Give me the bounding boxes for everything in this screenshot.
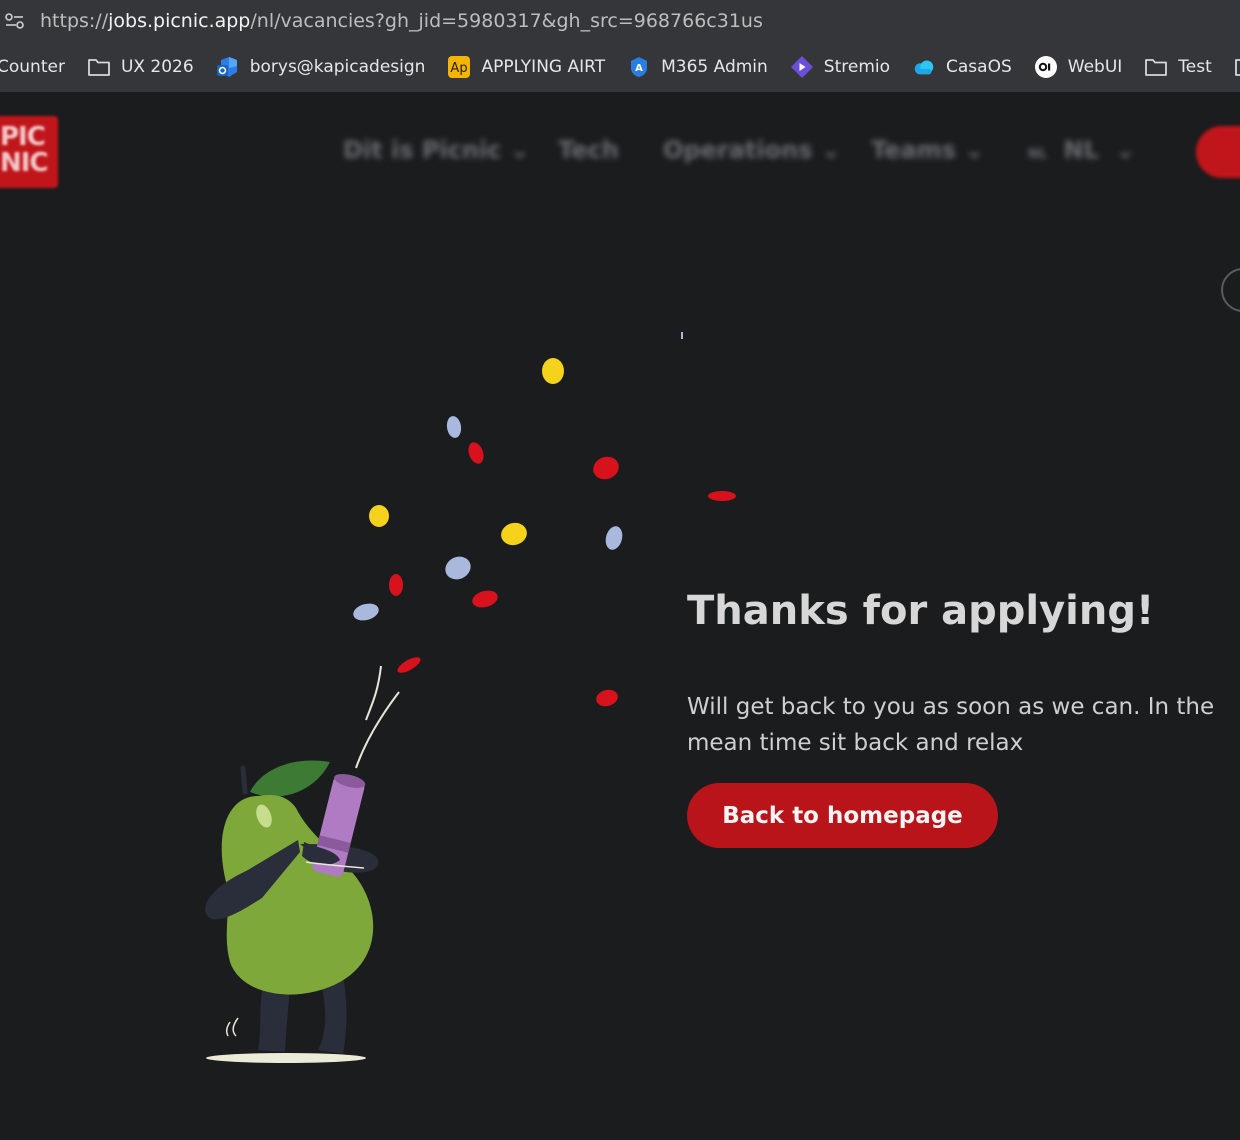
ap-icon: Ap (447, 55, 471, 79)
bookmark-borys[interactable]: borys@kapicadesign (216, 55, 426, 79)
bookmark-counter[interactable]: Counter (0, 57, 65, 77)
openwebui-icon (1034, 55, 1058, 79)
bookmark-label: Stremio (823, 56, 891, 77)
bookmark-label: M365 Admin (661, 56, 768, 77)
bookmark-stremio[interactable]: Stremio (790, 55, 890, 79)
language-label: NL (1063, 136, 1099, 164)
bookmark-webui[interactable]: WebUI (1034, 55, 1123, 79)
chevron-down-icon: ⌄ (1115, 136, 1136, 164)
bookmark-applying-airt[interactable]: Ap APPLYING AIRT (447, 55, 605, 79)
browser-url-bar[interactable]: https://jobs.picnic.app/nl/vacancies?gh_… (0, 0, 1240, 41)
side-scroll-button[interactable] (1221, 268, 1240, 312)
back-to-homepage-button[interactable]: Back to homepage (687, 783, 998, 848)
nav-teams[interactable]: Teams ⌄ (871, 136, 984, 164)
url-text[interactable]: https://jobs.picnic.app/nl/vacancies?gh_… (40, 10, 763, 32)
confetti (353, 332, 736, 707)
bookmark-folder[interactable] (1234, 55, 1240, 79)
page: PIC NIC Dit is Picnic ⌄ Tech Operations … (0, 92, 1240, 1140)
bookmark-ux-2026[interactable]: UX 2026 (87, 55, 194, 79)
folder-icon (87, 55, 111, 79)
bookmark-label: WebUI (1067, 56, 1123, 77)
url-path: /nl/vacancies?gh_jid=5980317&gh_src=9687… (250, 9, 763, 32)
apply-cta-button[interactable] (1196, 126, 1240, 178)
svg-text:Ap: Ap (451, 61, 468, 76)
bookmark-label: Test (1178, 56, 1212, 77)
bookmark-test[interactable]: Test (1144, 55, 1212, 79)
admin-icon: A (627, 55, 651, 79)
folder-icon (1144, 55, 1168, 79)
folder-icon (1234, 55, 1240, 79)
url-host: jobs.picnic.app (108, 9, 251, 32)
language-selector[interactable]: NL NL ⌄ (1028, 136, 1135, 164)
svg-text:A: A (635, 63, 643, 74)
bookmark-label: Counter (0, 56, 65, 77)
outlook-icon (216, 55, 240, 79)
confirmation-message: Will get back to you as soon as we can. … (687, 694, 1215, 756)
url-prefix: https:// (40, 9, 109, 32)
ground-shadow (206, 1053, 366, 1063)
bookmark-label: UX 2026 (120, 56, 194, 77)
bookmark-label: APPLYING AIRT (481, 56, 606, 77)
stremio-icon (790, 55, 814, 79)
flag-icon: NL (1028, 147, 1048, 162)
cloud-icon (912, 55, 936, 79)
celebration-illustration (205, 332, 736, 1063)
bookmark-m365-admin[interactable]: A M365 Admin (627, 55, 768, 79)
nav-link-label: Teams (871, 136, 956, 164)
page-title: Thanks for applying! (687, 588, 1155, 634)
bookmark-label: CasaOS (946, 56, 1012, 77)
chevron-down-icon: ⌄ (820, 136, 841, 164)
pear-character (205, 760, 379, 1054)
bookmarks-bar: Counter UX 2026 borys@kapicadesign Ap AP… (0, 41, 1240, 92)
bookmark-label: borys@kapicadesign (249, 56, 426, 77)
site-settings-icon[interactable] (4, 10, 26, 32)
chevron-down-icon: ⌄ (964, 136, 985, 164)
bookmark-casaos[interactable]: CasaOS (912, 55, 1012, 79)
